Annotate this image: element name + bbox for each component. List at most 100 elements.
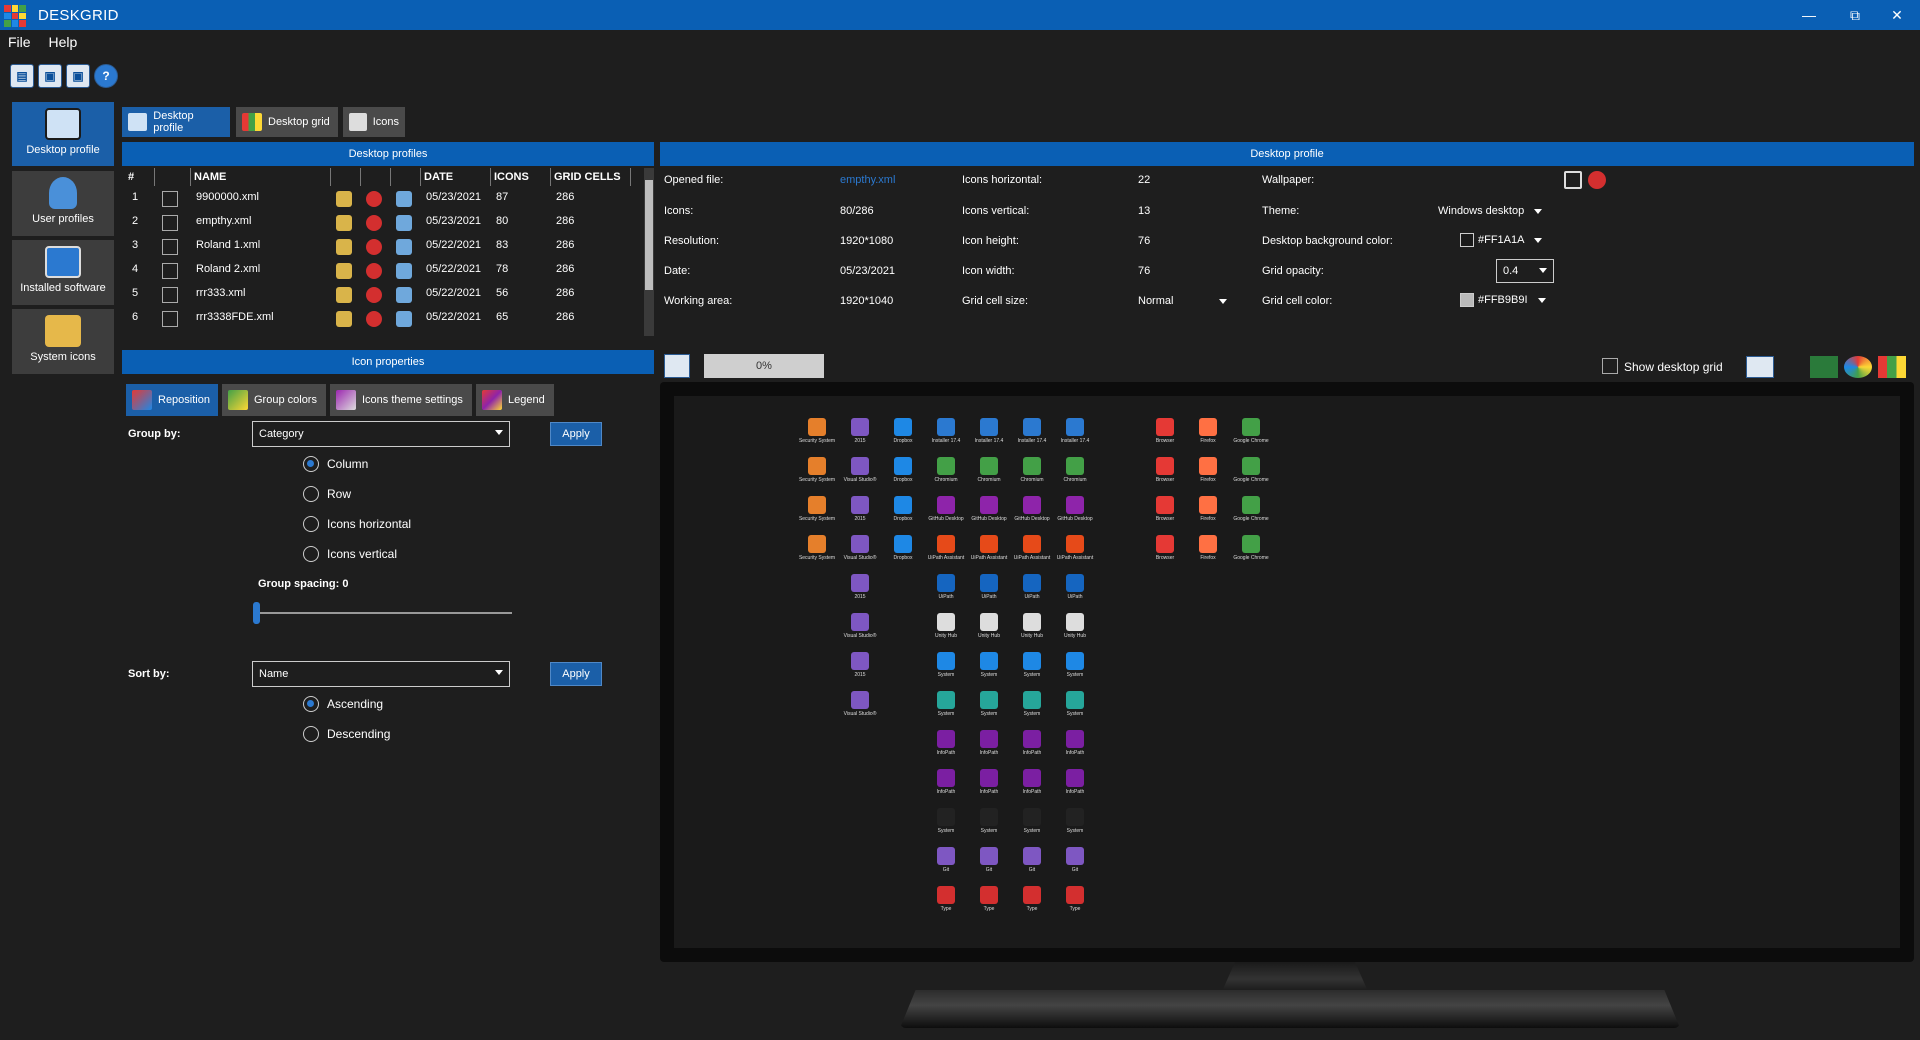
desktop-icon[interactable]: System — [968, 808, 1010, 834]
col-date[interactable]: DATE — [424, 171, 453, 183]
desktop-icon[interactable]: Google Chrome — [1230, 535, 1272, 561]
table-row[interactable]: 5 rrr333.xml 05/22/2021 56 286 — [122, 282, 642, 306]
desktop-icon[interactable]: GitHub Desktop — [1011, 496, 1053, 522]
desktop-icon[interactable]: InfoPath — [968, 730, 1010, 756]
desktop-icon[interactable]: System — [1054, 808, 1096, 834]
menu-help[interactable]: Help — [48, 34, 77, 50]
desktop-icon[interactable]: System — [1054, 652, 1096, 678]
table-row[interactable]: 6 rrr3338FDE.xml 05/22/2021 65 286 — [122, 306, 642, 330]
preview-icon[interactable] — [396, 263, 412, 279]
theme-select[interactable]: Windows desktop — [1438, 205, 1543, 217]
open-folder-icon[interactable] — [336, 287, 352, 303]
grid-colors-icon[interactable] — [1878, 356, 1906, 378]
preview-icon[interactable] — [396, 287, 412, 303]
row-checkbox[interactable] — [162, 215, 178, 231]
color-wheel-icon[interactable] — [1844, 356, 1872, 378]
sidebar-item-installed-software[interactable]: Installed software — [12, 240, 114, 305]
desktop-icon[interactable]: Git — [1011, 847, 1053, 873]
desktop-icon[interactable]: Visual Studio® — [839, 613, 881, 639]
delete-icon[interactable] — [366, 239, 382, 255]
desktop-icon[interactable]: GitHub Desktop — [968, 496, 1010, 522]
delete-icon[interactable] — [366, 263, 382, 279]
desktop-icon[interactable]: Firefox — [1187, 496, 1229, 522]
open-folder-icon[interactable] — [336, 191, 352, 207]
shuffle-icon[interactable] — [1810, 356, 1838, 378]
desktop-icon[interactable]: GitHub Desktop — [1054, 496, 1096, 522]
sidebar-item-desktop-profile[interactable]: Desktop profile — [12, 102, 114, 166]
tab-desktop-grid[interactable]: Desktop grid — [236, 107, 338, 137]
row-checkbox[interactable] — [162, 287, 178, 303]
desktop-icon[interactable]: UiPath — [1011, 574, 1053, 600]
opened-file-link[interactable]: empthy.xml — [840, 174, 895, 186]
desktop-icon[interactable]: Chromium — [1054, 457, 1096, 483]
scrollbar-thumb[interactable] — [645, 180, 653, 290]
desktop-icon[interactable]: Firefox — [1187, 535, 1229, 561]
desktop-icon[interactable]: Security System — [796, 496, 838, 522]
delete-icon[interactable] — [366, 215, 382, 231]
row-checkbox[interactable] — [162, 263, 178, 279]
subtab-group-colors[interactable]: Group colors — [222, 384, 326, 416]
open-folder-icon[interactable] — [336, 263, 352, 279]
desktop-icon[interactable]: Type — [1054, 886, 1096, 912]
desktop-icon[interactable]: Unity Hub — [1054, 613, 1096, 639]
desktop-icon[interactable]: Security System — [796, 418, 838, 444]
desktop-icon[interactable]: Chromium — [968, 457, 1010, 483]
desktop-icon[interactable]: 2015 — [839, 418, 881, 444]
delete-icon[interactable] — [366, 191, 382, 207]
save-as-button[interactable]: ▣ — [66, 64, 90, 88]
desktop-icon[interactable]: Git — [1054, 847, 1096, 873]
desktop-icon[interactable]: Installer 17.4 — [925, 418, 967, 444]
desktop-icon[interactable]: InfoPath — [1054, 769, 1096, 795]
desktop-icon[interactable]: Git — [925, 847, 967, 873]
delete-icon[interactable] — [366, 287, 382, 303]
cell-size-select[interactable]: Normal — [1138, 295, 1250, 307]
open-folder-icon[interactable] — [336, 215, 352, 231]
desktop-icon[interactable]: Firefox — [1187, 457, 1229, 483]
slider-thumb[interactable] — [253, 602, 260, 624]
tab-desktop-profile[interactable]: Desktop profile — [122, 107, 230, 137]
desktop-icon[interactable]: System — [1011, 808, 1053, 834]
desktop-icon[interactable]: Visual Studio® — [839, 457, 881, 483]
desktop-icon[interactable]: System — [1011, 691, 1053, 717]
desktop-icon[interactable]: UiPath — [1054, 574, 1096, 600]
row-checkbox[interactable] — [162, 191, 178, 207]
bg-color-select[interactable]: #FF1A1A — [1460, 233, 1543, 247]
desktop-icon[interactable]: InfoPath — [1011, 730, 1053, 756]
desktop-icon[interactable]: Security System — [796, 535, 838, 561]
desktop-icon[interactable]: 2015 — [839, 496, 881, 522]
minimize-button[interactable]: — — [1786, 0, 1832, 30]
table-row[interactable]: 3 Roland 1.xml 05/22/2021 83 286 — [122, 234, 642, 258]
desktop-icon[interactable]: Type — [1011, 886, 1053, 912]
profiles-scrollbar[interactable] — [644, 168, 654, 336]
desktop-icon[interactable]: 2015 — [839, 652, 881, 678]
subtab-reposition[interactable]: Reposition — [126, 384, 218, 416]
desktop-icon[interactable]: Installer 17.4 — [968, 418, 1010, 444]
open-folder-icon[interactable] — [336, 311, 352, 327]
col-icons[interactable]: ICONS — [494, 171, 529, 183]
desktop-icon[interactable]: Google Chrome — [1230, 457, 1272, 483]
desktop-icon[interactable]: System — [925, 691, 967, 717]
desktop-icon[interactable]: System — [1011, 652, 1053, 678]
desktop-icon[interactable]: InfoPath — [1011, 769, 1053, 795]
desktop-icon[interactable]: UiPath Assistant — [968, 535, 1010, 561]
export-button[interactable] — [664, 354, 690, 378]
col-name[interactable]: NAME — [194, 171, 226, 183]
desktop-icon[interactable]: Visual Studio® — [839, 535, 881, 561]
desktop-icon[interactable]: Google Chrome — [1230, 496, 1272, 522]
delete-icon[interactable] — [1588, 171, 1606, 189]
sort-by-select[interactable]: Name — [252, 661, 510, 687]
col-grid-cells[interactable]: GRID CELLS — [554, 171, 621, 183]
desktop-icon[interactable]: Chromium — [925, 457, 967, 483]
sidebar-item-user-profiles[interactable]: User profiles — [12, 171, 114, 236]
desktop-icon[interactable]: Unity Hub — [925, 613, 967, 639]
preview-icon[interactable] — [396, 311, 412, 327]
desktop-icon[interactable]: Google Chrome — [1230, 418, 1272, 444]
desktop-icon[interactable]: Unity Hub — [968, 613, 1010, 639]
desktop-icon[interactable]: Browser — [1144, 418, 1186, 444]
cell-color-select[interactable]: #FFB9B9I — [1460, 293, 1546, 307]
subtab-icons-theme[interactable]: Icons theme settings — [330, 384, 472, 416]
desktop-icon[interactable]: Visual Studio® — [839, 691, 881, 717]
show-grid-checkbox[interactable] — [1602, 358, 1618, 374]
sort-apply-button[interactable]: Apply — [550, 662, 602, 686]
desktop-icon[interactable]: Dropbox — [882, 535, 924, 561]
